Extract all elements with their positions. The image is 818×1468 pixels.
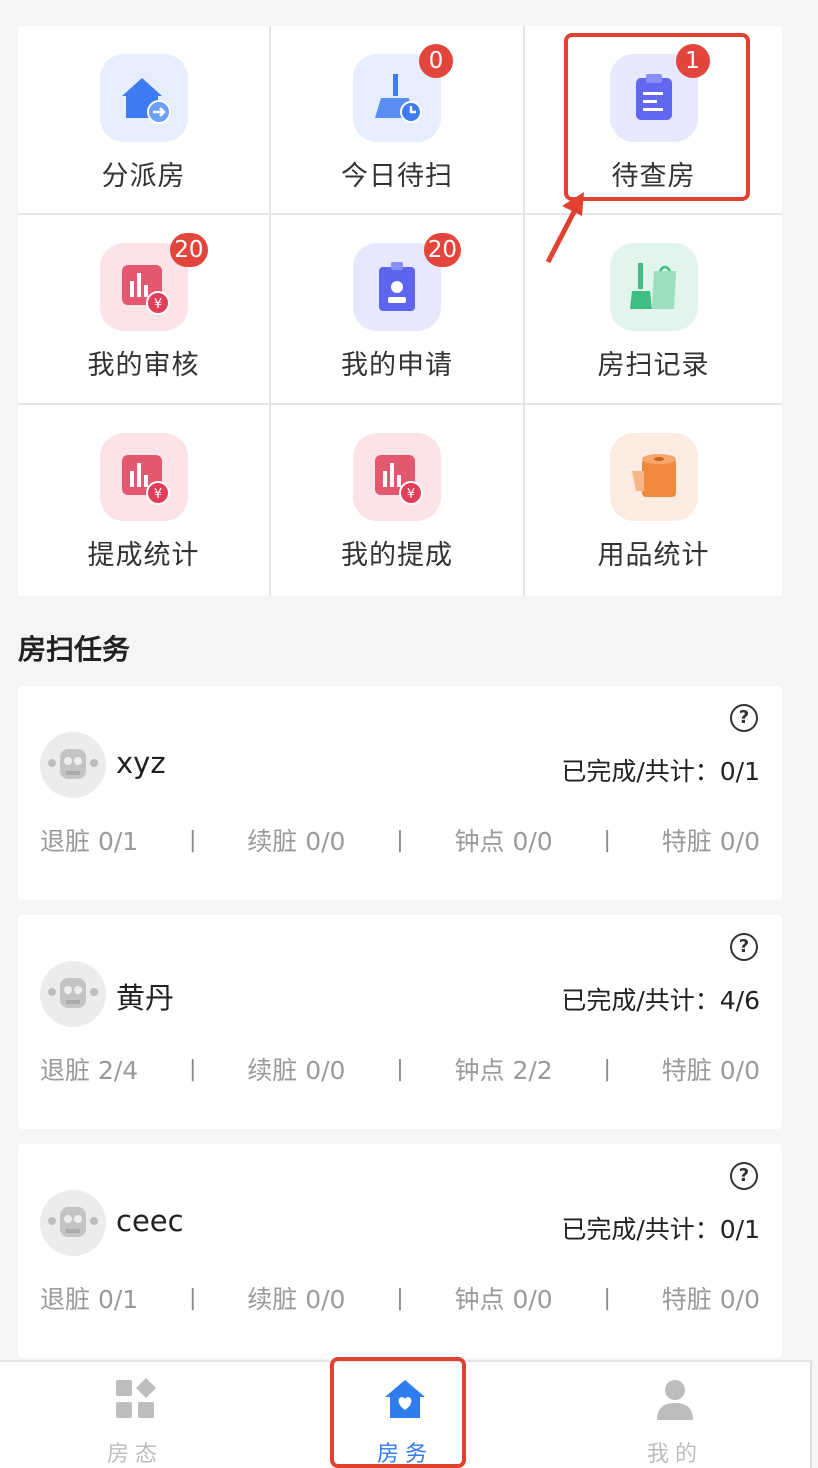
- menu-grid: 分派房 0 今日待扫 1 待查房 ¥ 20 我的审核 20 我的申请 房扫记录 …: [18, 26, 782, 596]
- progress-text: 已完成/共计：0/1: [561, 1215, 760, 1244]
- tab-mine[interactable]: 我的: [540, 1362, 810, 1468]
- bottom-tab-bar: 房态 房务 我的: [0, 1360, 812, 1468]
- tab-room-status[interactable]: 房态: [0, 1362, 270, 1468]
- menu-label: 待查房: [611, 161, 696, 192]
- stat-stayover-dirty: 续脏 0/0: [247, 1056, 346, 1085]
- menu-item-commission-stats[interactable]: ¥ 提成统计: [18, 405, 271, 596]
- section-title: 房扫任务: [18, 633, 131, 666]
- help-icon[interactable]: ?: [730, 1162, 758, 1190]
- clipboard-icon: 1: [609, 44, 710, 142]
- stat-hourly: 钟点 0/0: [454, 827, 553, 856]
- task-stats: 退脏 0/1 | 续脏 0/0 | 钟点 0/0 | 特脏 0/0: [40, 1280, 760, 1316]
- count-badge: 20: [423, 233, 461, 267]
- stat-divider: |: [396, 1285, 404, 1311]
- broom-clock-icon: 0: [353, 44, 453, 142]
- menu-item-supply-stats[interactable]: 用品统计: [525, 405, 782, 596]
- menu-label: 用品统计: [597, 540, 710, 571]
- help-icon[interactable]: ?: [730, 933, 758, 961]
- user-icon: [657, 1380, 693, 1420]
- progress-text: 已完成/共计：4/6: [561, 986, 760, 1015]
- avatar: [40, 732, 106, 798]
- tab-label: 房务: [376, 1442, 433, 1467]
- stat-hourly: 钟点 0/0: [454, 1285, 553, 1314]
- stat-divider: |: [603, 1056, 611, 1082]
- stat-divider: |: [189, 1285, 197, 1311]
- stat-extra-dirty: 特脏 0/0: [661, 1285, 760, 1314]
- svg-text:¥: ¥: [153, 297, 161, 312]
- menu-item-my-commission[interactable]: ¥ 我的提成: [271, 405, 525, 596]
- menu-label: 我的申请: [341, 350, 453, 381]
- menu-item-inspect-room[interactable]: 1 待查房: [525, 26, 782, 215]
- broom-bag-icon: [609, 243, 698, 331]
- menu-label: 提成统计: [87, 540, 200, 571]
- tissue-roll-icon: [609, 433, 698, 521]
- house-assign-icon: [99, 54, 188, 142]
- stat-divider: |: [396, 827, 404, 853]
- user-name: 黄丹: [116, 981, 175, 1015]
- stat-divider: |: [603, 827, 611, 853]
- stat-extra-dirty: 特脏 0/0: [661, 1056, 760, 1085]
- stat-hourly: 钟点 2/2: [454, 1056, 553, 1085]
- chart-yen-icon: ¥: [353, 433, 441, 521]
- user-name: ceec: [116, 1204, 184, 1238]
- menu-label: 我的审核: [87, 350, 200, 381]
- stat-extra-dirty: 特脏 0/0: [661, 827, 760, 856]
- stat-stayover-dirty: 续脏 0/0: [247, 827, 346, 856]
- help-icon[interactable]: ?: [730, 704, 758, 732]
- avatar: [40, 961, 106, 1027]
- avatar: [40, 1190, 106, 1256]
- annotation-arrow: [545, 192, 584, 264]
- stat-checkout-dirty: 退脏 0/1: [40, 827, 139, 856]
- menu-item-today-clean[interactable]: 0 今日待扫: [271, 26, 525, 215]
- task-card[interactable]: ? 黄丹 已完成/共计：4/6 退脏 2/4 | 续脏 0/0 | 钟点 2/2…: [18, 915, 782, 1129]
- stat-divider: |: [603, 1285, 611, 1311]
- stat-checkout-dirty: 退脏 0/1: [40, 1285, 139, 1314]
- room-status-icon: [116, 1378, 156, 1418]
- house-heart-icon: [385, 1380, 425, 1418]
- count-badge: 0: [419, 44, 453, 78]
- task-stats: 退脏 2/4 | 续脏 0/0 | 钟点 2/2 | 特脏 0/0: [40, 1051, 760, 1087]
- stat-divider: |: [189, 1056, 197, 1082]
- user-name: xyz: [116, 746, 166, 780]
- stat-checkout-dirty: 退脏 2/4: [40, 1056, 139, 1085]
- svg-text:¥: ¥: [407, 487, 415, 502]
- id-badge-icon: 20: [353, 233, 461, 331]
- stat-divider: |: [396, 1056, 404, 1082]
- count-badge: 1: [675, 44, 710, 78]
- chart-yen-icon: ¥ 20: [99, 233, 208, 331]
- menu-item-my-review[interactable]: ¥ 20 我的审核: [18, 215, 271, 405]
- tab-label: 我的: [646, 1442, 703, 1467]
- chart-yen-icon: ¥: [99, 433, 188, 521]
- progress-text: 已完成/共计：0/1: [561, 757, 760, 786]
- tab-label: 房态: [106, 1442, 163, 1467]
- menu-label: 分派房: [101, 161, 186, 192]
- task-card[interactable]: ? ceec 已完成/共计：0/1 退脏 0/1 | 续脏 0/0 | 钟点 0…: [18, 1144, 782, 1358]
- svg-text:¥: ¥: [153, 487, 161, 502]
- menu-label: 今日待扫: [341, 161, 453, 192]
- stat-divider: |: [189, 827, 197, 853]
- menu-item-my-application[interactable]: 20 我的申请: [271, 215, 525, 405]
- menu-label: 房扫记录: [597, 350, 710, 381]
- tab-housekeeping[interactable]: 房务: [270, 1362, 540, 1468]
- stat-stayover-dirty: 续脏 0/0: [247, 1285, 346, 1314]
- count-badge: 20: [170, 233, 208, 267]
- task-card[interactable]: ? xyz 已完成/共计：0/1 退脏 0/1 | 续脏 0/0 | 钟点 0/…: [18, 686, 782, 900]
- menu-item-assign-room[interactable]: 分派房: [18, 26, 271, 215]
- menu-label: 我的提成: [341, 540, 453, 571]
- task-stats: 退脏 0/1 | 续脏 0/0 | 钟点 0/0 | 特脏 0/0: [40, 822, 760, 858]
